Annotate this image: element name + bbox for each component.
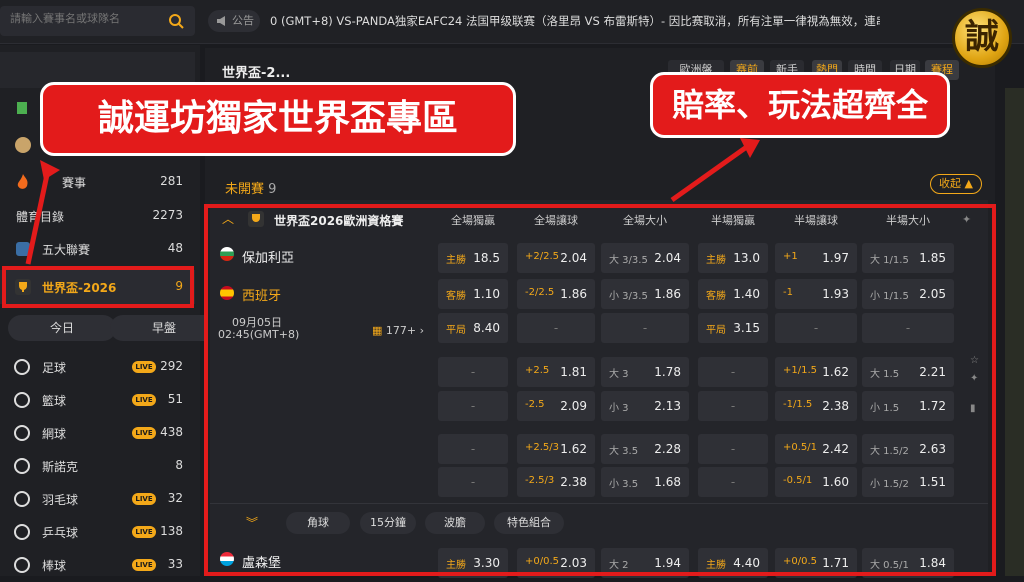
sidebar-item-hot[interactable]: 賽事 281 [0, 165, 195, 199]
live-badge: LIVE [132, 394, 156, 406]
search-icon[interactable] [168, 13, 184, 29]
callout-left: 誠運坊獨家世界盃專區 [40, 82, 516, 156]
live-badge: LIVE [132, 526, 156, 538]
live-badge: LIVE [132, 493, 156, 505]
sidebar-item-label: 賽事 [62, 176, 87, 190]
sport-label: 網球 [42, 427, 67, 441]
announcement-text: 0 (GMT+8) VS-PANDA独家EAFC24 法国甲级联赛（洛里昂 VS… [270, 14, 880, 28]
live-badge: LIVE [132, 559, 156, 571]
snooker-icon [14, 458, 30, 474]
search-box[interactable] [0, 6, 195, 36]
sport-count: 8 [175, 458, 183, 472]
soccer-icon [14, 359, 30, 375]
section-label: 未開賽 [225, 182, 265, 197]
sport-label: 籃球 [42, 394, 67, 408]
collapse-button[interactable]: 收起 ▲ [930, 174, 982, 194]
sidebar-sport-item[interactable]: 網球 LIVE 438 [0, 416, 195, 450]
sport-label: 棒球 [42, 559, 67, 573]
live-badge: LIVE [132, 361, 156, 373]
megaphone-icon [217, 16, 225, 26]
highlight-odds [204, 204, 996, 576]
tennis-icon [14, 425, 30, 441]
sidebar-item-count: 48 [167, 241, 183, 255]
highlight-worldcup [2, 266, 194, 308]
search-input[interactable] [10, 12, 160, 25]
brand-logo: 誠 [952, 8, 1012, 68]
callout-right: 賠率、玩法超齊全 [650, 72, 950, 138]
sport-label: 乒乓球 [42, 526, 79, 540]
sidebar-item-top5[interactable]: 五大聯賽 48 [0, 232, 195, 266]
sidebar-sport-item[interactable]: 斯諾克 8 [0, 449, 195, 483]
sport-label: 羽毛球 [42, 493, 79, 507]
sidebar-item-label: 體育目錄 [16, 210, 65, 224]
side-banner [1005, 88, 1024, 576]
sidebar-sport-item[interactable]: 籃球 LIVE 51 [0, 383, 195, 417]
sport-label: 斯諾克 [42, 460, 79, 474]
baseball-icon [14, 557, 30, 573]
sport-count: 438 [160, 425, 183, 439]
flag-icon [17, 102, 27, 114]
sport-label: 足球 [42, 361, 67, 375]
league-icon [16, 242, 30, 256]
sidebar-sport-item[interactable]: 乒乓球 LIVE 138 [0, 515, 195, 549]
sport-count: 51 [167, 392, 183, 406]
announcement-label: 公告 [232, 14, 254, 27]
breadcrumb: 世界盃-2... [222, 66, 291, 81]
live-badge: LIVE [132, 427, 156, 439]
collapse-label: 收起 [939, 177, 962, 190]
sidebar-item-count: 2273 [152, 208, 183, 222]
section-count: 9 [268, 182, 277, 197]
sidebar-item-count: 281 [160, 174, 183, 188]
badminton-icon [14, 491, 30, 507]
section-title: 未開賽 9 [225, 178, 276, 197]
sidebar-sport-item[interactable]: 羽毛球 LIVE 32 [0, 482, 195, 516]
sport-count: 138 [160, 524, 183, 538]
basketball-icon [14, 392, 30, 408]
ball-icon [15, 137, 31, 153]
sport-count: 292 [160, 359, 183, 373]
fire-icon [17, 174, 28, 189]
sidebar-sport-item[interactable]: 棒球 LIVE 33 [0, 548, 195, 582]
sport-count: 32 [167, 491, 183, 505]
sidebar-item-catalog[interactable]: 體育目錄 2273 [0, 199, 195, 233]
pingpong-icon [14, 524, 30, 540]
announcement-badge[interactable]: 公告 [208, 10, 260, 32]
early-market-button[interactable]: 早盤 [110, 315, 218, 341]
sidebar-sport-item[interactable]: 足球 LIVE 292 [0, 350, 195, 384]
sport-count: 33 [167, 557, 183, 571]
sidebar-item-label: 五大聯賽 [42, 243, 91, 257]
today-button[interactable]: 今日 [8, 315, 116, 341]
